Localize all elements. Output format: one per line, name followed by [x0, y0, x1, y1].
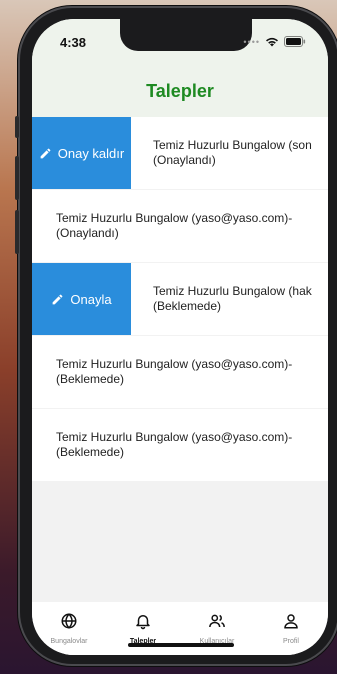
tab-bungalovlar[interactable]: Bungalovlar: [34, 612, 104, 645]
app-screen: 4:38 •••• Talepler Onay kaldır Temiz Huz…: [32, 19, 328, 655]
signal-dots-icon: ••••: [243, 36, 260, 47]
home-indicator: [128, 643, 234, 647]
bottom-tab-bar: Bungalovlar Talepler Kullanıcılar Profil: [32, 602, 328, 655]
tab-talepler[interactable]: Talepler: [108, 612, 178, 645]
request-text: Temiz Huzurlu Bungalow (hak (Beklemede): [131, 284, 312, 314]
approve-label: Onayla: [70, 291, 112, 307]
empty-area: [32, 482, 328, 602]
remove-approval-label: Onay kaldır: [57, 145, 125, 161]
request-title: Temiz Huzurlu Bungalow (yaso@yaso.com)-: [56, 211, 293, 225]
wifi-icon: [265, 36, 279, 47]
volume-down-button: [15, 210, 19, 254]
tab-label: Bungalovlar: [50, 638, 88, 645]
request-status: (Beklemede): [56, 445, 125, 459]
request-status: (Beklemede): [153, 299, 222, 313]
user-icon: [282, 612, 300, 635]
list-item[interactable]: Temiz Huzurlu Bungalow (yaso@yaso.com)- …: [32, 190, 328, 263]
request-title: Temiz Huzurlu Bungalow (hak: [153, 284, 312, 298]
app-header: 4:38 •••• Talepler: [32, 19, 328, 117]
mute-switch: [15, 116, 19, 138]
request-title: Temiz Huzurlu Bungalow (yaso@yaso.com)-: [56, 357, 293, 371]
list-item[interactable]: Temiz Huzurlu Bungalow (yaso@yaso.com)- …: [32, 409, 328, 482]
request-title: Temiz Huzurlu Bungalow (yaso@yaso.com)-: [56, 430, 293, 444]
bell-icon: [134, 612, 152, 635]
list-item[interactable]: Onay kaldır Temiz Huzurlu Bungalow (son …: [32, 117, 328, 190]
globe-icon: [60, 612, 78, 635]
volume-up-button: [15, 156, 19, 200]
battery-icon: [284, 36, 306, 47]
tab-profil[interactable]: Profil: [256, 612, 326, 645]
request-text: Temiz Huzurlu Bungalow (yaso@yaso.com)- …: [32, 430, 292, 460]
pencil-icon: [39, 147, 52, 160]
tab-label: Profil: [283, 638, 299, 645]
request-status: (Onaylandı): [153, 153, 216, 167]
status-time: 4:38: [60, 35, 87, 50]
approve-button[interactable]: Onayla: [32, 263, 131, 335]
status-icons: ••••: [243, 36, 306, 47]
request-text: Temiz Huzurlu Bungalow (yaso@yaso.com)- …: [32, 357, 292, 387]
pencil-icon: [51, 293, 64, 306]
notch: [120, 19, 252, 51]
request-status: (Beklemede): [56, 372, 125, 386]
request-text: Temiz Huzurlu Bungalow (son (Onaylandı): [131, 138, 312, 168]
request-text: Temiz Huzurlu Bungalow (yaso@yaso.com)- …: [32, 211, 292, 241]
remove-approval-button[interactable]: Onay kaldır: [32, 117, 131, 189]
list-item[interactable]: Temiz Huzurlu Bungalow (yaso@yaso.com)- …: [32, 336, 328, 409]
tab-kullanicilar[interactable]: Kullanıcılar: [182, 612, 252, 645]
users-icon: [208, 612, 226, 635]
request-status: (Onaylandı): [56, 226, 119, 240]
request-title: Temiz Huzurlu Bungalow (son: [153, 138, 312, 152]
phone-frame: 4:38 •••• Talepler Onay kaldır Temiz Huz…: [15, 6, 337, 666]
request-list: Onay kaldır Temiz Huzurlu Bungalow (son …: [32, 117, 328, 482]
list-item[interactable]: Onayla Temiz Huzurlu Bungalow (hak (Bekl…: [32, 263, 328, 336]
page-title: Talepler: [146, 81, 214, 101]
